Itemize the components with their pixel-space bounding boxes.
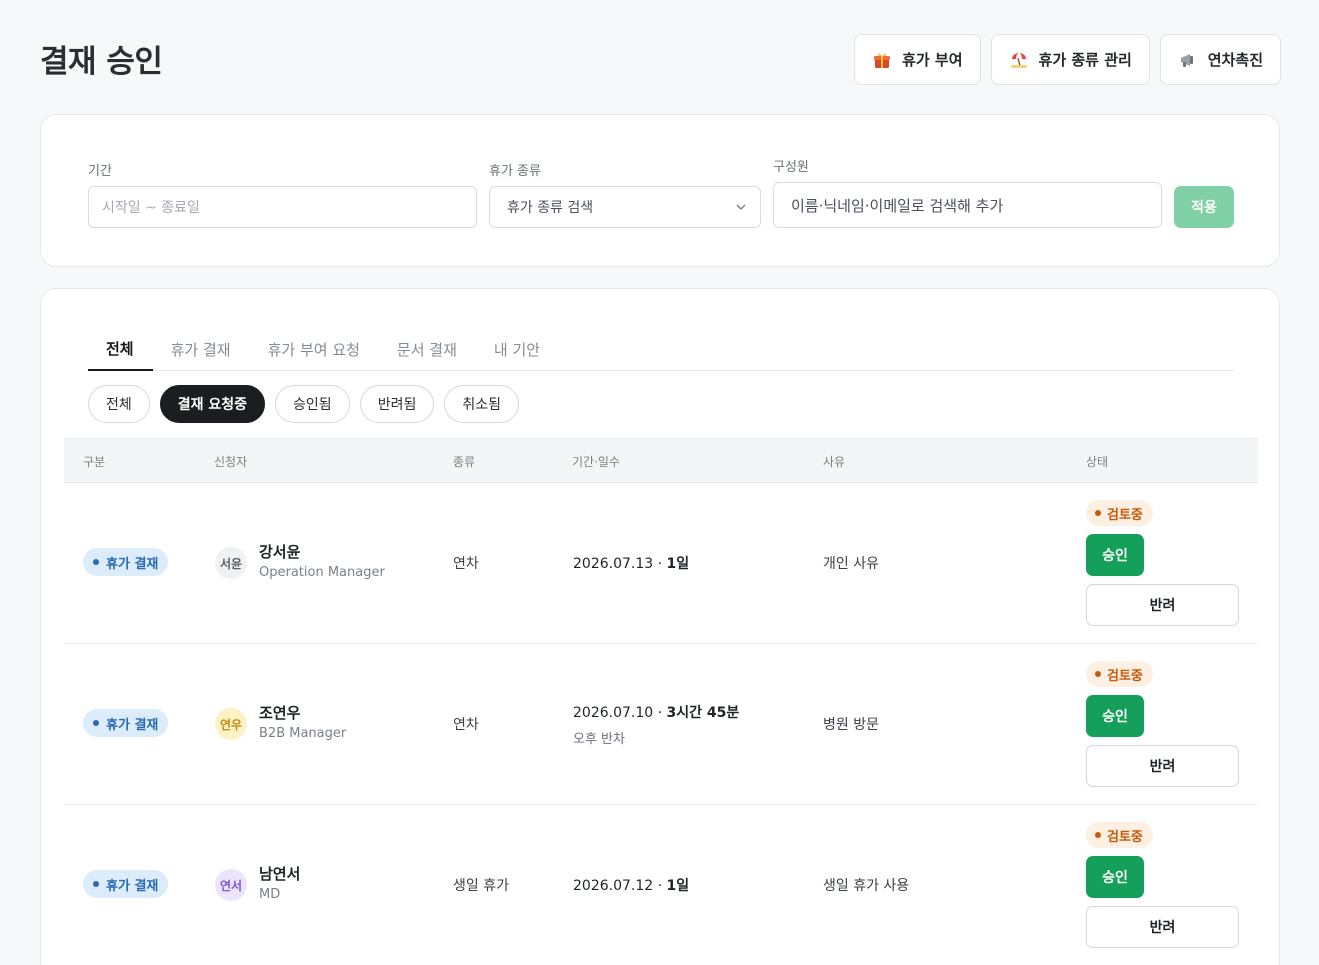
period-days: 1일	[666, 556, 690, 572]
column-header-category: 구분	[83, 455, 106, 469]
top-actions: 휴가 부여 휴가 종류 관리 연차촉진	[854, 34, 1281, 85]
dot-icon	[93, 881, 99, 887]
leave-period: 2026.07.12 · 1일	[573, 875, 689, 895]
status-filter-chips: 전체 결재 요청중 승인됨 반려됨 취소됨	[88, 385, 519, 423]
table-row: 휴가 결재 연서 남연서 MD 생일 휴가 2026.07.12 · 1일 생일…	[64, 805, 1258, 965]
member-search-input[interactable]: 이름·닉네임·이메일로 검색해 추가	[773, 182, 1162, 228]
column-header-applicant: 신청자	[214, 455, 248, 469]
leave-type-select[interactable]: 휴가 종류 검색	[489, 186, 761, 228]
applicant-role: B2B Manager	[259, 726, 347, 741]
table-row: 휴가 결재 연우 조연우 B2B Manager 연차 2026.07.10 ·…	[64, 644, 1258, 805]
grant-leave-button[interactable]: 휴가 부여	[854, 34, 981, 85]
period-days: 3시간 45분	[666, 705, 740, 721]
avatar: 연우	[215, 708, 247, 740]
tab-all[interactable]: 전체	[88, 327, 153, 371]
period-separator: ·	[653, 556, 667, 572]
applicant-name: 남연서	[259, 865, 301, 883]
table-row: 휴가 결재 서윤 강서윤 Operation Manager 연차 2026.0…	[64, 483, 1258, 644]
category-label: 휴가 결재	[106, 878, 159, 894]
leave-kind: 연차	[453, 717, 479, 733]
apply-button[interactable]: 적용	[1174, 186, 1234, 228]
chip-approved[interactable]: 승인됨	[275, 385, 350, 423]
gift-icon	[872, 50, 892, 70]
category-badge: 휴가 결재	[83, 548, 169, 576]
leave-reason: 생일 휴가 사용	[823, 878, 910, 894]
column-header-status: 상태	[1086, 455, 1109, 469]
applicant-name: 조연우	[259, 704, 301, 722]
member-label: 구성원	[773, 160, 809, 175]
leave-kind: 생일 휴가	[453, 878, 509, 894]
period-separator: ·	[653, 705, 667, 721]
chip-canceled[interactable]: 취소됨	[444, 385, 519, 423]
approve-button[interactable]: 승인	[1086, 534, 1144, 576]
period-label: 기간	[88, 164, 112, 179]
beach-umbrella-icon	[1009, 50, 1029, 70]
dot-icon	[93, 559, 99, 565]
dot-icon	[93, 720, 99, 726]
column-header-period: 기간·일수	[572, 455, 620, 469]
status-label: 검토중	[1107, 668, 1143, 684]
chevron-down-icon	[735, 201, 747, 217]
dot-icon	[1095, 510, 1101, 516]
period-separator: ·	[653, 878, 667, 894]
period-note: 오후 반차	[573, 732, 625, 747]
status-badge: 검토중	[1086, 500, 1153, 526]
status-label: 검토중	[1107, 507, 1143, 523]
category-label: 휴가 결재	[106, 556, 159, 572]
page-title: 결재 승인	[40, 44, 163, 80]
status-label: 검토중	[1107, 829, 1143, 845]
reject-button[interactable]: 반려	[1086, 584, 1239, 626]
applicant-name: 강서윤	[259, 543, 301, 561]
period-date: 2026.07.12	[573, 878, 654, 894]
tab-leave-approval[interactable]: 휴가 결재	[153, 327, 250, 371]
filter-card: 기간 시작일 ~ 종료일 휴가 종류 휴가 종류 검색 구성원 이름·닉네임·이…	[40, 114, 1280, 267]
reject-button[interactable]: 반려	[1086, 745, 1239, 787]
applicant-role: Operation Manager	[259, 565, 385, 580]
column-header-reason: 사유	[823, 455, 846, 469]
status-badge: 검토중	[1086, 822, 1153, 848]
approve-button[interactable]: 승인	[1086, 695, 1144, 737]
annual-leave-promotion-button[interactable]: 연차촉진	[1159, 34, 1281, 85]
tab-my-drafts[interactable]: 내 기안	[476, 327, 559, 371]
period-date: 2026.07.10	[573, 705, 654, 721]
megaphone-icon	[1178, 50, 1198, 70]
category-badge: 휴가 결재	[83, 709, 169, 737]
period-date: 2026.07.13	[573, 556, 654, 572]
tab-bar: 전체 휴가 결재 휴가 부여 요청 문서 결재 내 기안	[88, 327, 1234, 371]
status-badge: 검토중	[1086, 661, 1153, 687]
leave-period: 2026.07.13 · 1일	[573, 553, 689, 573]
dot-icon	[1095, 832, 1101, 838]
category-label: 휴가 결재	[106, 717, 159, 733]
applicant-role: MD	[259, 887, 281, 902]
chip-rejected[interactable]: 반려됨	[359, 385, 435, 423]
period-input[interactable]: 시작일 ~ 종료일	[88, 186, 477, 228]
avatar: 연서	[215, 869, 247, 901]
table-header: 구분 신청자 종류 기간·일수 사유 상태	[64, 438, 1258, 483]
reject-button[interactable]: 반려	[1086, 906, 1239, 948]
tab-leave-grant-request[interactable]: 휴가 부여 요청	[250, 327, 379, 371]
leave-type-manage-label: 휴가 종류 관리	[1038, 51, 1132, 69]
chip-all[interactable]: 전체	[88, 385, 150, 423]
column-header-kind: 종류	[453, 455, 476, 469]
approval-list-card: 전체 휴가 결재 휴가 부여 요청 문서 결재 내 기안 전체 결재 요청중 승…	[40, 288, 1280, 965]
leave-period: 2026.07.10 · 3시간 45분	[573, 702, 739, 722]
annual-leave-promotion-label: 연차촉진	[1207, 51, 1263, 69]
leave-type-manage-button[interactable]: 휴가 종류 관리	[990, 34, 1150, 85]
period-days: 1일	[666, 878, 690, 894]
grant-leave-label: 휴가 부여	[902, 51, 963, 69]
leave-type-select-value: 휴가 종류 검색	[507, 200, 594, 216]
leave-type-label: 휴가 종류	[489, 164, 541, 179]
leave-reason: 개인 사유	[823, 556, 879, 572]
leave-kind: 연차	[453, 556, 479, 572]
avatar: 서윤	[215, 547, 247, 579]
leave-reason: 병원 방문	[823, 717, 879, 733]
tab-document-approval[interactable]: 문서 결재	[379, 327, 476, 371]
chip-pending[interactable]: 결재 요청중	[159, 385, 266, 423]
approve-button[interactable]: 승인	[1086, 856, 1144, 898]
category-badge: 휴가 결재	[83, 870, 169, 898]
dot-icon	[1095, 671, 1101, 677]
